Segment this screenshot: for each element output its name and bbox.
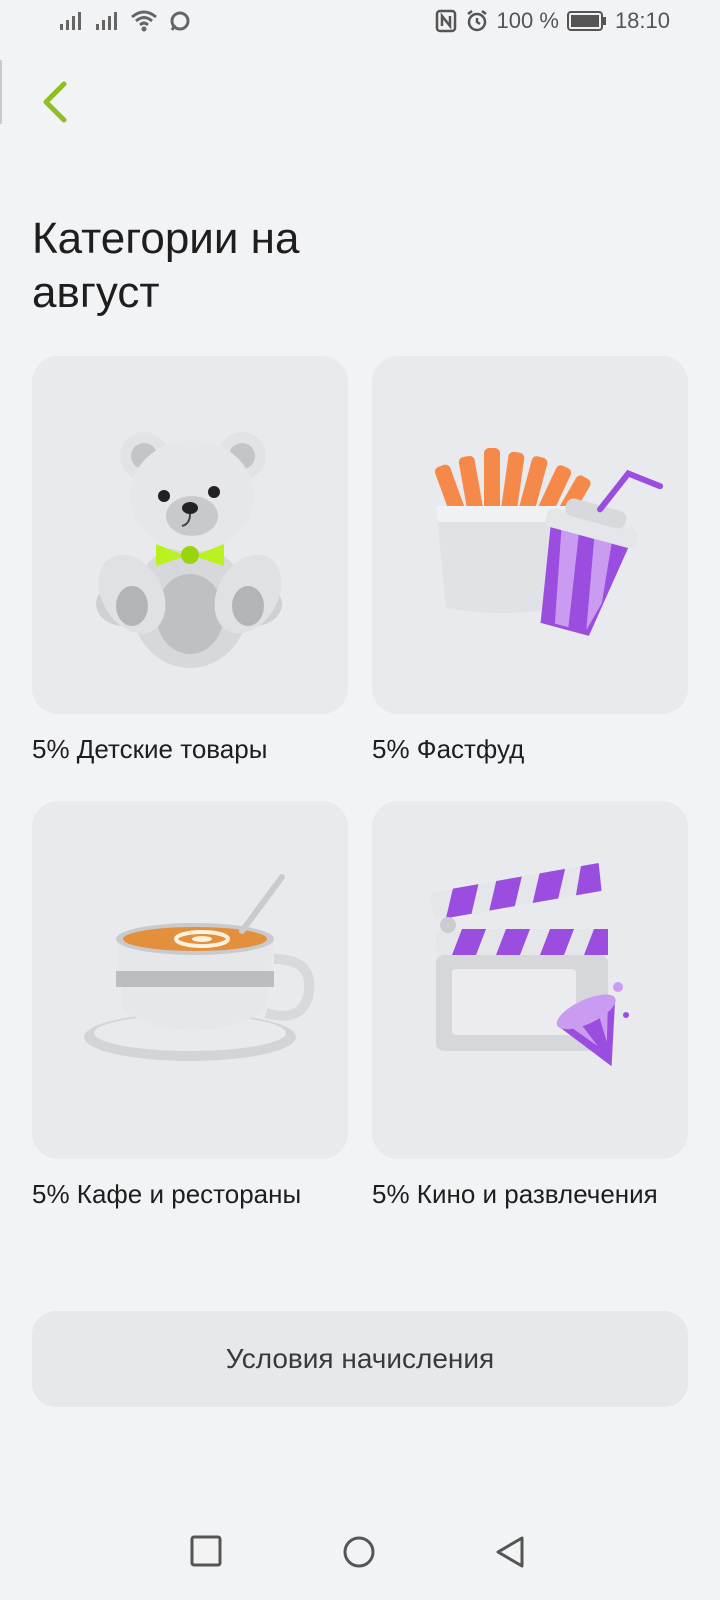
category-label-kids: 5% Детские товары [32, 734, 268, 764]
status-bar: 100 % 18:10 [0, 0, 720, 46]
nav-back-button[interactable] [494, 1535, 528, 1574]
category-card-kids[interactable] [32, 356, 348, 714]
teddy-bear-icon [96, 432, 282, 668]
battery-percent: 100 % [496, 8, 559, 33]
status-right: 100 % 18:10 [435, 8, 670, 34]
category-label-cafe: 5% Кафе и рестораны [32, 1179, 302, 1209]
clapperboard-icon [430, 862, 629, 1067]
signal-icon [60, 12, 81, 30]
coffee-cup-icon [84, 874, 315, 1061]
category-card-cinema[interactable] [372, 801, 688, 1159]
edge-divider [0, 60, 2, 124]
category-card-cafe[interactable] [32, 801, 348, 1159]
signal-icon-2 [96, 12, 117, 30]
home-button[interactable] [342, 1535, 376, 1574]
category-label-cinema: 5% Кино и развлечения [372, 1179, 658, 1209]
back-button[interactable] [34, 74, 78, 130]
nfc-icon [435, 9, 456, 33]
clock: 18:10 [614, 8, 670, 33]
terms-button[interactable]: Условия начисления [32, 1311, 688, 1407]
square-icon [190, 1535, 222, 1567]
circle-icon [343, 1536, 375, 1568]
category-label-fastfood: 5% Фастфуд [372, 734, 525, 764]
wifi-icon [131, 10, 157, 32]
fastfood-icon [434, 448, 664, 636]
page-title: Категории на август [32, 214, 300, 317]
chat-icon [170, 11, 190, 31]
chevron-left-icon [43, 81, 67, 123]
status-left [58, 8, 192, 34]
alarm-icon [466, 10, 487, 32]
triangle-back-icon [496, 1536, 524, 1568]
battery-icon [566, 11, 606, 31]
recent-apps-button[interactable] [190, 1535, 222, 1572]
system-nav-bar [0, 1535, 720, 1585]
category-card-fastfood[interactable] [372, 356, 688, 714]
